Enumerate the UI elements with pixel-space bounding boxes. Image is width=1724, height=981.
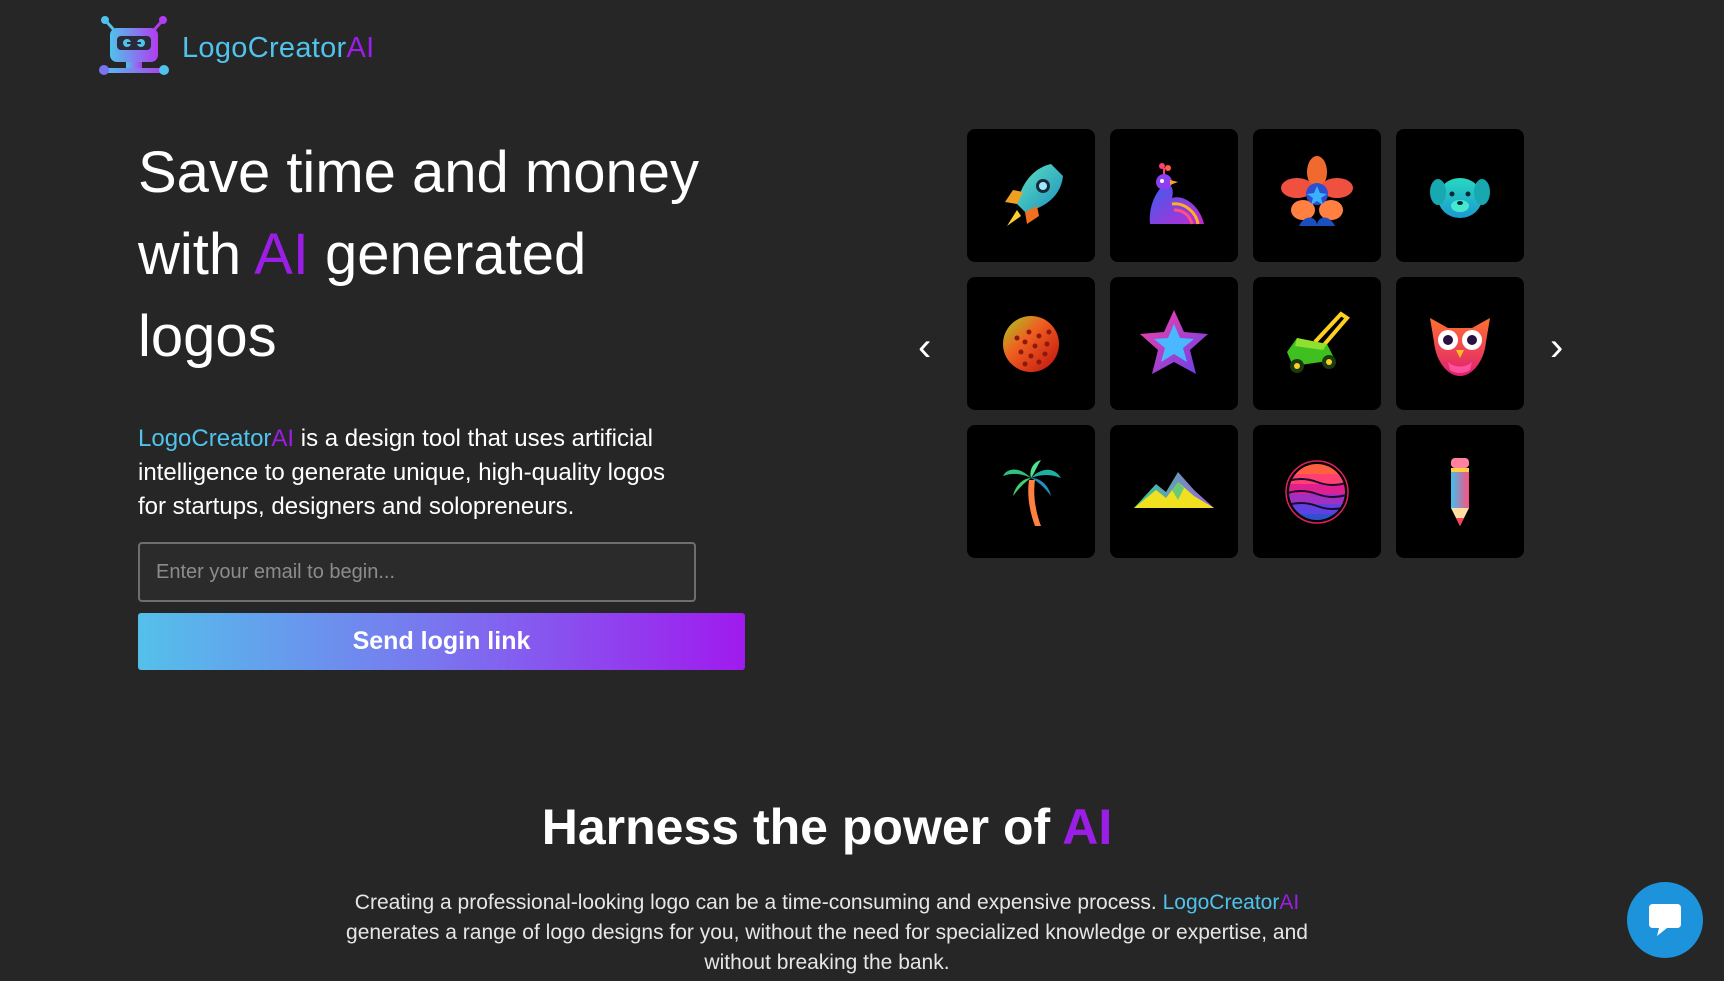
hero-title-with: with [138,222,242,287]
logo-tile[interactable] [1110,277,1238,410]
hero-title-ai: AI [254,222,309,287]
send-login-link-button[interactable]: Send login link [138,613,745,670]
hero-description: LogoCreatorAI is a design tool that uses… [138,422,698,524]
logo-tile[interactable] [1396,277,1524,410]
logo-tile[interactable] [1253,425,1381,558]
palm-tree-icon [1003,459,1061,526]
brand-name-part2: AI [346,31,375,64]
star-icon [1140,309,1208,374]
section-title-ai: AI [1062,799,1113,855]
robot-logo-icon[interactable] [96,14,176,82]
hero-title-line1: Save time and money [138,140,699,205]
logo-tile[interactable] [1110,129,1238,262]
peacock-icon [1149,162,1204,224]
logo-tile[interactable] [1396,129,1524,262]
chat-button[interactable] [1627,882,1703,958]
brand-name[interactable]: LogoCreatorAI [182,32,375,65]
logo-tile[interactable] [967,129,1095,262]
chat-bubble-icon [1649,904,1681,936]
section-text-part1: Creating a professional-looking logo can… [354,891,1163,914]
section-title-main: Harness the power of [541,799,1063,855]
section-text-part2: generates a range of logo designs for yo… [346,921,1308,974]
golf-ball-icon [1003,315,1059,372]
section-brand2: AI [1279,891,1300,914]
section-title: Harness the power of AI [0,790,1654,864]
owl-icon [1430,317,1490,376]
hero-desc-brand2: AI [271,425,295,452]
logo-tile[interactable] [967,277,1095,410]
section-description: Creating a professional-looking logo can… [327,888,1327,978]
section-brand1: LogoCreator [1162,891,1280,914]
puppy-icon [1430,177,1490,218]
carousel-next-button[interactable]: › [1550,322,1563,372]
email-input[interactable] [138,542,696,602]
pencil-icon [1451,457,1469,526]
hero-title: Save time and money with AI generated lo… [138,132,738,378]
hero-desc-brand1: LogoCreator [138,425,272,452]
lawn-mower-icon [1287,310,1350,373]
hero-title-line3: logos [138,304,277,369]
logo-tile[interactable] [1253,129,1381,262]
logo-tile[interactable] [1253,277,1381,410]
hero-content: Save time and money with AI generated lo… [138,132,758,524]
logo-tile[interactable] [1110,425,1238,558]
flower-icon [1281,155,1353,226]
site-header: LogoCreatorAI [96,14,375,82]
logo-tile[interactable] [967,425,1095,558]
sunset-circle-icon [1285,459,1349,524]
mountain-icon [1134,471,1214,508]
rocket-icon [1005,163,1063,226]
hero-title-generated: generated [325,222,587,287]
logo-gallery [967,129,1524,558]
brand-name-part1: LogoCreator [182,31,347,64]
carousel-prev-button[interactable]: ‹ [918,322,931,372]
logo-tile[interactable] [1396,425,1524,558]
